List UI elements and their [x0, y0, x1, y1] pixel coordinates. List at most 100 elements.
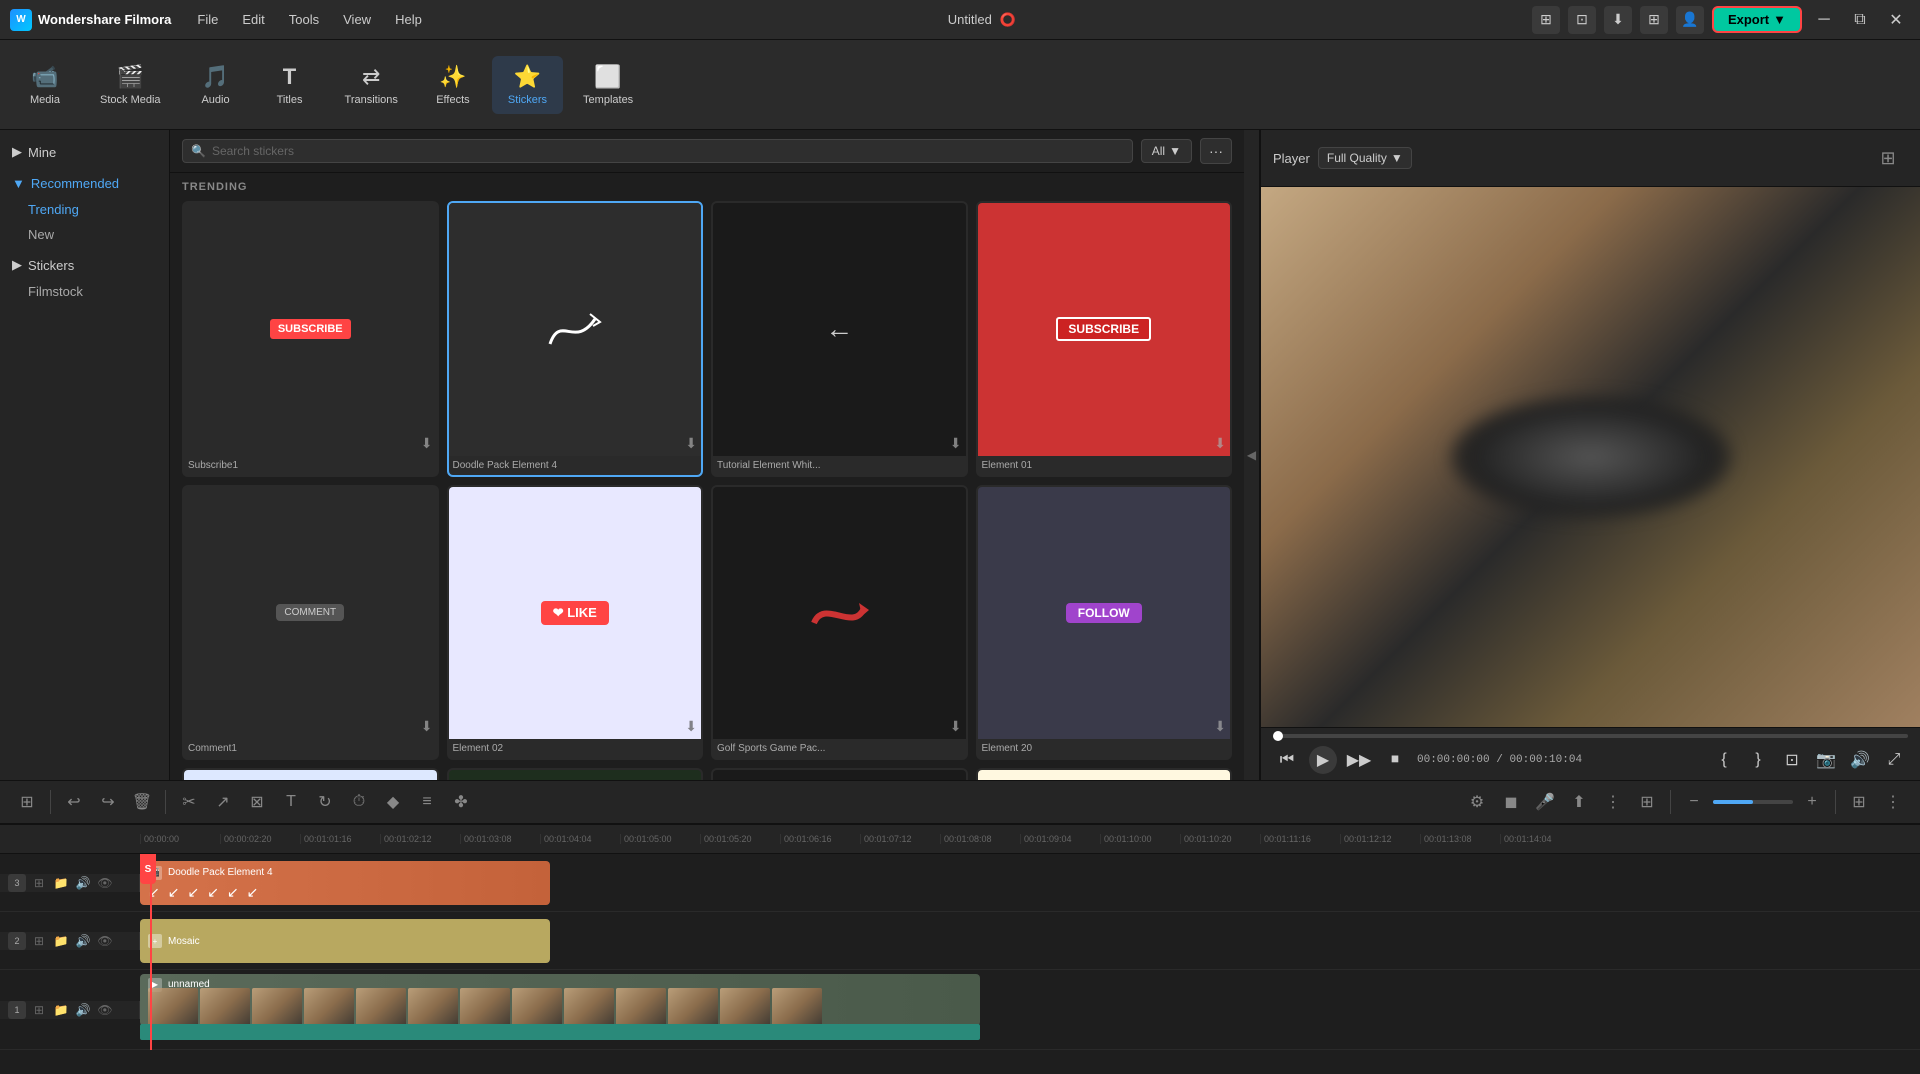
download-icon-element01[interactable]: ⬇: [1214, 435, 1226, 452]
search-box[interactable]: 🔍: [182, 139, 1133, 163]
crop-timeline-button[interactable]: ⊠: [242, 787, 272, 817]
track-clip-doodle[interactable]: 🎬 Doodle Pack Element 4 ↙ ↙ ↙ ↙ ↙ ↙: [140, 861, 550, 905]
collapse-panel-button[interactable]: ◀: [1244, 130, 1260, 780]
volume-button[interactable]: 🔊: [1846, 746, 1874, 774]
close-button[interactable]: ✕: [1882, 6, 1910, 34]
tool-media[interactable]: 📹 Media: [10, 56, 80, 114]
export-button[interactable]: Export ▼: [1712, 6, 1802, 33]
fullscreen-player-button[interactable]: ⤢: [1880, 746, 1908, 774]
panel-stickers-header[interactable]: ▶ Stickers: [0, 251, 169, 279]
menu-edit[interactable]: Edit: [232, 8, 274, 31]
zoom-in-button[interactable]: +: [1797, 787, 1827, 817]
sticker-fimo[interactable]: ⬇ Fimo Essential Elem...: [447, 768, 704, 780]
sticker-element02[interactable]: ❤ LIKE ⬇ Element 02: [447, 485, 704, 761]
track-add-button-1[interactable]: ⊞: [30, 1001, 48, 1019]
search-input[interactable]: [212, 144, 1124, 158]
sticker-emoji[interactable]: 😎 ⬇ Animated Emoii Pack ...: [976, 768, 1233, 780]
maximize-button[interactable]: ⧉: [1846, 6, 1874, 34]
mask-button[interactable]: ◼: [1496, 787, 1526, 817]
download-icon-comment1[interactable]: ⬇: [421, 718, 433, 735]
track-clip-mosaic[interactable]: + Mosaic: [140, 919, 550, 963]
filter-button[interactable]: All ▼: [1141, 139, 1192, 163]
rotate-button[interactable]: ↻: [310, 787, 340, 817]
player-expand-button[interactable]: ⊞: [1868, 138, 1908, 178]
download-icon-element20[interactable]: ⬇: [1214, 718, 1226, 735]
list-view-button[interactable]: ⋮: [1878, 787, 1908, 817]
sticker-element01[interactable]: SUBSCRIBE ⬇ Element 01: [976, 201, 1233, 477]
download-icon-element02[interactable]: ⬇: [685, 718, 697, 735]
tool-effects[interactable]: ✨ Effects: [418, 56, 488, 114]
track-folder-button-1[interactable]: 📁: [52, 1001, 70, 1019]
tool-titles[interactable]: T Titles: [255, 56, 325, 114]
menu-help[interactable]: Help: [385, 8, 432, 31]
minimize-button[interactable]: ─: [1810, 6, 1838, 34]
color-button[interactable]: ◆: [378, 787, 408, 817]
audio-mix-button[interactable]: ≡: [412, 787, 442, 817]
sticker-tutorial-black[interactable]: ⬇ Tutorial Element Black 3: [711, 768, 968, 780]
track-visibility-button-3[interactable]: 👁: [96, 874, 114, 892]
track-visibility-button-2[interactable]: 👁: [96, 932, 114, 950]
add-track-button[interactable]: ⊞: [12, 787, 42, 817]
play-pause-button[interactable]: ▶: [1309, 746, 1337, 774]
stop-button[interactable]: ⏹: [1381, 746, 1409, 774]
stabilize-button[interactable]: ✤: [446, 787, 476, 817]
download-icon[interactable]: ⬇: [421, 435, 433, 452]
panel-new-item[interactable]: New: [0, 222, 169, 247]
track-clip-video[interactable]: ▶ unnamed: [140, 974, 980, 1026]
menu-file[interactable]: File: [187, 8, 228, 31]
menu-view[interactable]: View: [333, 8, 381, 31]
more-options-button[interactable]: ···: [1200, 138, 1232, 164]
panel-trending-item[interactable]: Trending: [0, 197, 169, 222]
text-button[interactable]: T: [276, 787, 306, 817]
download-icon-golf[interactable]: ⬇: [950, 718, 962, 735]
sticker-portuguese[interactable]: 👍 ⬇ Portuese Social Me...: [182, 768, 439, 780]
split-button[interactable]: ⋮: [1598, 787, 1628, 817]
sticker-comment1[interactable]: COMMENT ⬇ Comment1: [182, 485, 439, 761]
undo-button[interactable]: ↩: [59, 787, 89, 817]
zoom-slider[interactable]: [1713, 800, 1793, 804]
panel-recommended-header[interactable]: ▼ Recommended: [0, 170, 169, 197]
download-icon[interactable]: ⬇: [1604, 6, 1632, 34]
track-visibility-button-1[interactable]: 👁: [96, 1001, 114, 1019]
user-icon[interactable]: 👤: [1676, 6, 1704, 34]
select-button[interactable]: ↗: [208, 787, 238, 817]
sticker-subscribe1[interactable]: SUBSCRIBE ⬇ Subscribe1: [182, 201, 439, 477]
rewind-button[interactable]: ⏮: [1273, 746, 1301, 774]
track-audio-button-3[interactable]: 🔊: [74, 874, 92, 892]
redo-button[interactable]: ↪: [93, 787, 123, 817]
download-icon-doodle[interactable]: ⬇: [685, 435, 697, 452]
layout-icon[interactable]: ⊞: [1532, 6, 1560, 34]
tool-templates[interactable]: ⬜ Templates: [567, 56, 649, 114]
download-icon-tutorial[interactable]: ⬇: [950, 435, 962, 452]
tool-stickers[interactable]: ⭐ Stickers: [492, 56, 563, 114]
quality-select[interactable]: Full Quality ▼: [1318, 147, 1412, 169]
mic-button[interactable]: 🎤: [1530, 787, 1560, 817]
grid-icon[interactable]: ⊞: [1640, 6, 1668, 34]
track-audio-button-2[interactable]: 🔊: [74, 932, 92, 950]
mark-in-button[interactable]: {: [1710, 746, 1738, 774]
cut-button[interactable]: ✂: [174, 787, 204, 817]
track-audio-button-1[interactable]: 🔊: [74, 1001, 92, 1019]
timer-button[interactable]: ⏱: [344, 787, 374, 817]
tool-stock-media[interactable]: 🎬 Stock Media: [84, 56, 177, 114]
sticker-element20[interactable]: FOLLOW ⬇ Element 20: [976, 485, 1233, 761]
track-add-button-2[interactable]: ⊞: [30, 932, 48, 950]
sticker-golf[interactable]: ⬇ Golf Sports Game Pac...: [711, 485, 968, 761]
progress-bar[interactable]: [1273, 734, 1908, 738]
tool-transitions[interactable]: ⇄ Transitions: [329, 56, 414, 114]
fullscreen-icon[interactable]: ⊡: [1568, 6, 1596, 34]
track-clip-teal[interactable]: [140, 1024, 980, 1040]
track-folder-button-3[interactable]: 📁: [52, 874, 70, 892]
sticker-tutorial-white[interactable]: ← ⬇ Tutorial Element Whit...: [711, 201, 968, 477]
snapshot-button[interactable]: 📷: [1812, 746, 1840, 774]
track-folder-button-2[interactable]: 📁: [52, 932, 70, 950]
panel-filmstock-item[interactable]: Filmstock: [0, 279, 169, 304]
settings-button[interactable]: ⚙: [1462, 787, 1492, 817]
progress-handle[interactable]: [1273, 731, 1283, 741]
grid-view-button[interactable]: ⊞: [1844, 787, 1874, 817]
sticker-doodle4[interactable]: ⬇ Doodle Pack Element 4: [447, 201, 704, 477]
menu-tools[interactable]: Tools: [279, 8, 329, 31]
tool-audio[interactable]: 🎵 Audio: [181, 56, 251, 114]
delete-button[interactable]: 🗑: [127, 787, 157, 817]
mark-out-button[interactable]: }: [1744, 746, 1772, 774]
